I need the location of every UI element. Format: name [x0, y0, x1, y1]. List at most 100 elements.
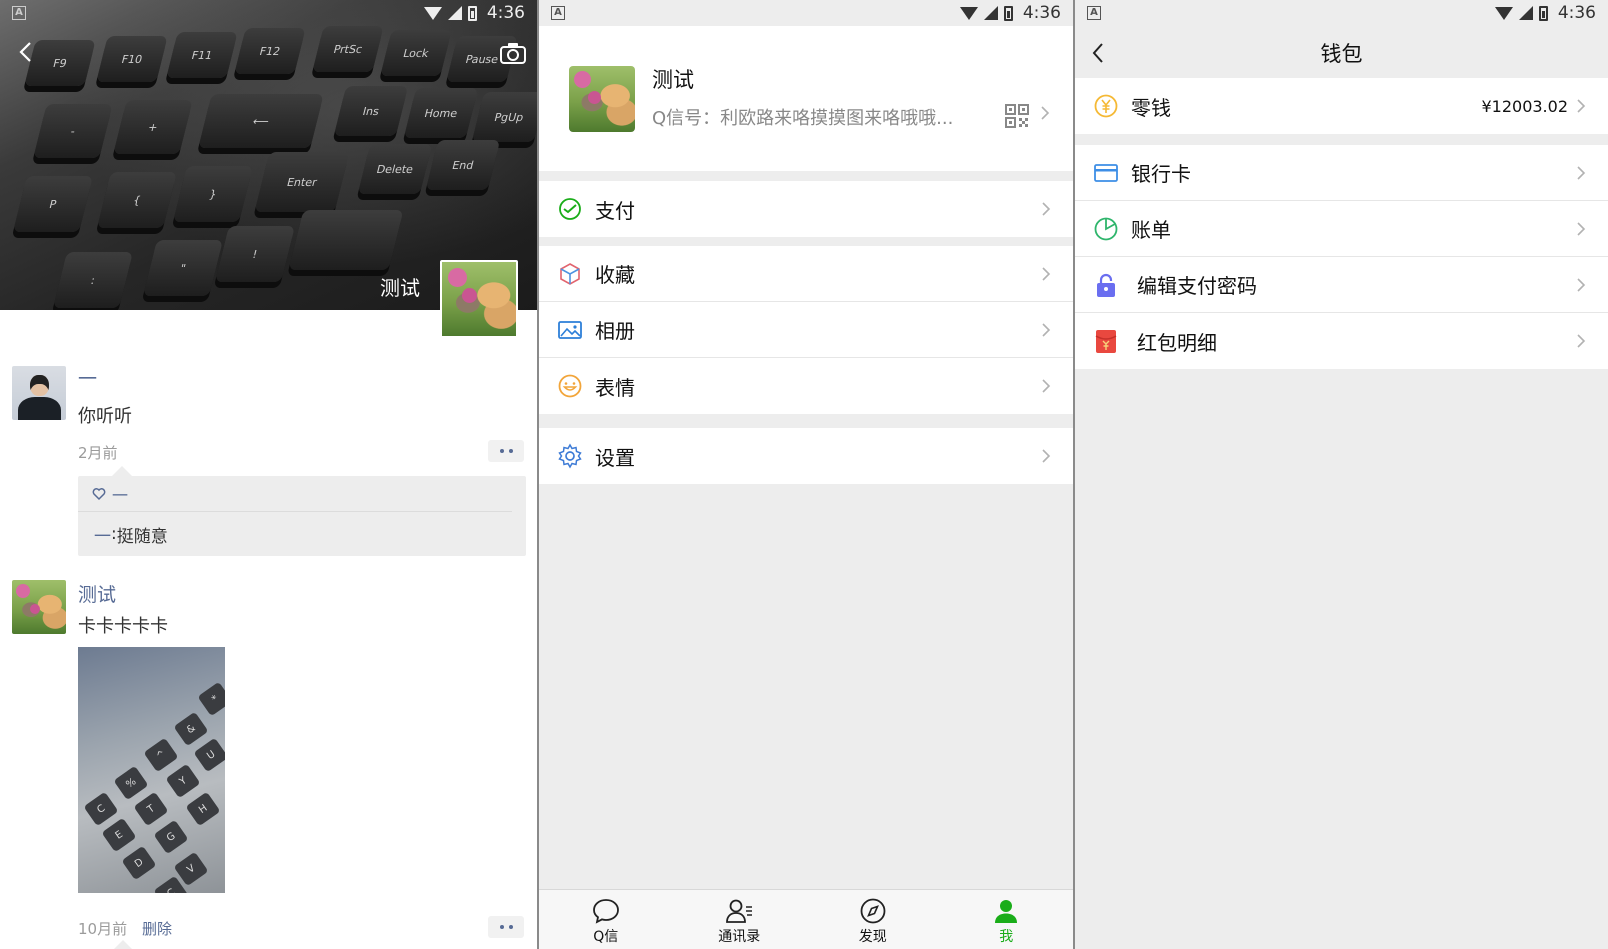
notification-icon: A [1087, 6, 1101, 20]
chevron-right-icon [1041, 202, 1051, 216]
comment-row[interactable]: 一: 挺随意 [78, 512, 526, 556]
menu-item-settings[interactable]: 设置 [539, 428, 1073, 484]
chevron-right-icon [1576, 166, 1586, 180]
likes-comments-box: 一 一: 挺随意 [78, 466, 526, 556]
tab-contacts[interactable]: 通讯录 [673, 890, 807, 949]
post-avatar[interactable] [12, 580, 66, 634]
like-user[interactable]: 一 [112, 482, 128, 506]
chevron-right-icon [1041, 449, 1051, 463]
person-icon [995, 900, 1018, 923]
wallet-item-red-packet[interactable]: 红包明细 [1075, 313, 1608, 369]
post-time: 10月前 [78, 920, 128, 938]
menu-group-payment: 支付 [539, 181, 1073, 237]
bill-pie-icon [1093, 216, 1119, 242]
menu-label: 表情 [595, 375, 635, 400]
tab-label: 发现 [858, 929, 887, 945]
yuan-coin-icon [1093, 93, 1119, 119]
menu-label: 相册 [595, 319, 635, 343]
wallet-label: 零钱 [1131, 95, 1171, 120]
wallet-item-bank-card[interactable]: 银行卡 [1075, 145, 1608, 201]
wallet-item-change[interactable]: 零钱 ¥12003.02 [1075, 78, 1608, 134]
wallet-label: 账单 [1131, 218, 1171, 242]
album-icon [557, 317, 583, 343]
menu-label: 收藏 [595, 263, 635, 287]
tab-qxin[interactable]: Q信 [539, 890, 673, 949]
comment-text: 挺随意 [116, 526, 168, 547]
post-text: 卡卡卡卡卡 [78, 616, 168, 637]
post-author[interactable]: 测试 [78, 580, 116, 607]
status-time: 4:36 [1022, 3, 1061, 23]
menu-label: 设置 [595, 445, 635, 470]
back-arrow-icon[interactable] [16, 40, 36, 64]
notification-icon: A [12, 6, 26, 20]
lock-icon [1093, 272, 1119, 298]
me-screen: A 4:36 测试 Q信号：利欧路来咯摸摸图来咯哦哦... 支付 收藏 相册 表… [539, 0, 1073, 949]
tab-label: Q信 [593, 929, 619, 945]
camera-icon[interactable] [500, 42, 526, 64]
profile-card[interactable]: 测试 Q信号：利欧路来咯摸摸图来咯哦哦... [539, 26, 1073, 171]
change-balance: ¥12003.02 [1481, 96, 1568, 116]
menu-group-content: 收藏 相册 表情 [539, 246, 1073, 414]
chevron-right-icon [1576, 334, 1586, 348]
battery-icon [1003, 5, 1013, 21]
favorites-cube-icon [557, 261, 583, 287]
contacts-icon [726, 899, 753, 923]
payment-icon [557, 196, 583, 222]
signal-icon [447, 6, 462, 20]
delete-post-link[interactable]: 删除 [142, 918, 172, 939]
post-more-button[interactable] [488, 440, 524, 462]
wallet-label: 编辑支付密码 [1137, 274, 1257, 298]
wallet-item-edit-password[interactable]: 编辑支付密码 [1075, 257, 1608, 313]
signal-icon [983, 6, 998, 20]
tab-discover[interactable]: 发现 [806, 890, 940, 949]
post-author[interactable]: 一 [78, 364, 97, 391]
comment-author[interactable]: 一 [94, 522, 111, 547]
bank-card-icon [1093, 160, 1119, 186]
chevron-right-icon [1041, 379, 1051, 393]
wifi-icon [423, 6, 442, 20]
status-time: 4:36 [486, 3, 525, 23]
notification-icon: A [551, 6, 565, 20]
post-text: 你听听 [78, 406, 132, 427]
avatar-image [442, 262, 516, 336]
menu-item-payment[interactable]: 支付 [539, 181, 1073, 237]
tab-label: 我 [999, 929, 1014, 945]
settings-gear-icon [557, 443, 583, 469]
cover-avatar[interactable] [440, 260, 518, 338]
chevron-right-icon [1040, 106, 1050, 120]
profile-avatar[interactable] [569, 66, 635, 132]
profile-name: 测试 [652, 68, 694, 92]
battery-icon [467, 5, 477, 21]
comment-box-caret [113, 940, 133, 949]
chevron-right-icon [1041, 267, 1051, 281]
cover-username: 测试 [380, 276, 420, 300]
tab-me[interactable]: 我 [940, 890, 1074, 949]
avatar-image [12, 580, 66, 634]
chat-bubble-icon [592, 899, 619, 924]
chevron-right-icon [1576, 222, 1586, 236]
menu-item-emoji[interactable]: 表情 [539, 358, 1073, 414]
menu-item-album[interactable]: 相册 [539, 302, 1073, 358]
signal-icon [1518, 6, 1533, 20]
wifi-icon [959, 6, 978, 20]
wallet-item-bill[interactable]: 账单 [1075, 201, 1608, 257]
post-more-button[interactable] [488, 916, 524, 938]
avatar-image [569, 66, 635, 132]
moments-screen: F9 F10 F11 F12 PrtSc Lock Pause - + ⟵ In… [0, 0, 537, 949]
chevron-right-icon [1576, 278, 1586, 292]
battery-icon [1538, 5, 1548, 21]
red-packet-icon [1093, 328, 1119, 354]
compass-icon [860, 898, 886, 924]
wallet-screen: A 4:36 钱包 零钱 ¥12003.02 银行卡 账单 编辑支付密码 红包明… [1075, 0, 1608, 949]
wifi-icon [1494, 6, 1513, 20]
wallet-items-group: 银行卡 账单 编辑支付密码 红包明细 [1075, 145, 1608, 369]
nav-bar: 钱包 [1075, 26, 1608, 78]
post-avatar[interactable] [12, 366, 66, 420]
emoji-icon [557, 373, 583, 399]
chevron-right-icon [1041, 323, 1051, 337]
menu-item-favorites[interactable]: 收藏 [539, 246, 1073, 302]
post-photo[interactable]: C E D % T G ^ Y H & U V C * [78, 647, 225, 893]
qr-code-icon[interactable] [1005, 104, 1029, 128]
status-bar: A 4:36 [539, 0, 1073, 26]
profile-qid: Q信号：利欧路来咯摸摸图来咯哦哦... [652, 108, 954, 129]
